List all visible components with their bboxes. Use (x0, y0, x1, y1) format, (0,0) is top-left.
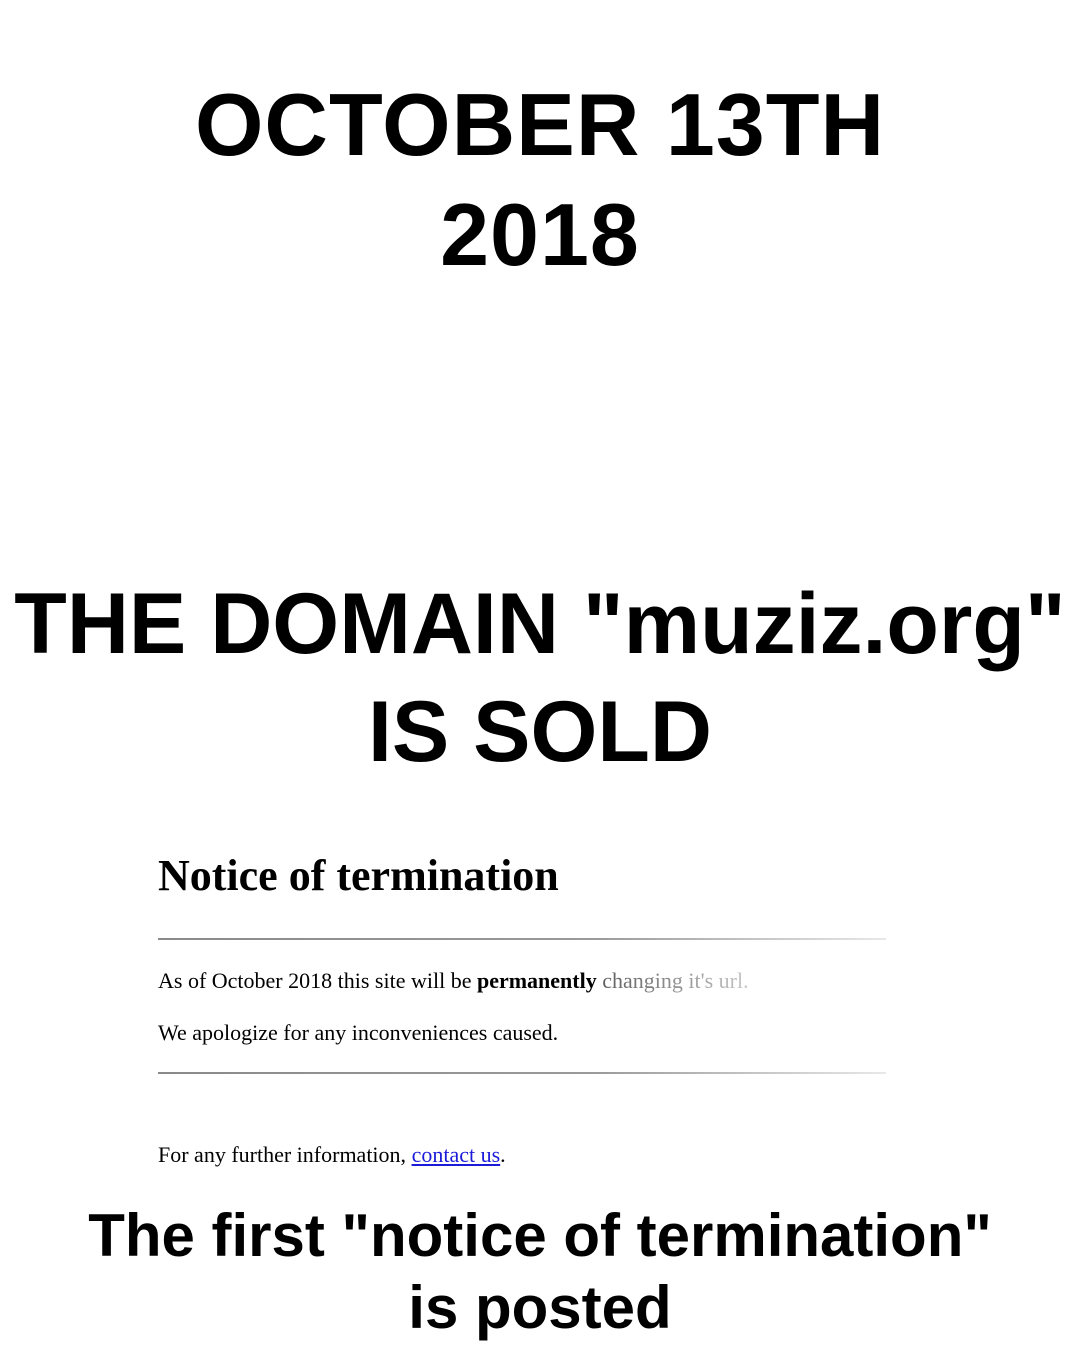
notice-line-3: For any further information, contact us. (158, 1142, 506, 1168)
notice-line-2: We apologize for any inconveniences caus… (158, 1020, 559, 1045)
date-heading-line-2: 2018 (440, 185, 640, 284)
contact-us-link[interactable]: contact us (412, 1142, 501, 1167)
notice-line-1-prefix: As of October 2018 this site will be (158, 968, 477, 993)
caption-line-1: The first "notice of termination" (88, 1202, 992, 1269)
date-heading: OCTOBER 13TH 2018 (0, 70, 1080, 290)
notice-divider-bottom (158, 1072, 886, 1074)
notice-line-3-prefix: For any further information, (158, 1142, 412, 1167)
caption-line-2: is posted (408, 1274, 672, 1341)
domain-heading-line-2: IS SOLD (367, 684, 713, 780)
notice-line-1-suffix: changing it's url. (596, 968, 749, 993)
date-heading-line-1: OCTOBER 13TH (194, 75, 886, 174)
domain-heading: THE DOMAIN "muziz.org" IS SOLD (0, 570, 1080, 786)
notice-line-3-suffix: . (500, 1142, 506, 1167)
caption: The first "notice of termination" is pos… (0, 1200, 1080, 1344)
notice-divider-top (158, 938, 886, 940)
notice-title: Notice of termination (158, 851, 559, 900)
domain-heading-line-1: THE DOMAIN "muziz.org" (14, 576, 1066, 672)
notice-line-1: As of October 2018 this site will be per… (158, 968, 749, 994)
notice-line-1-bold: permanently (476, 968, 597, 993)
